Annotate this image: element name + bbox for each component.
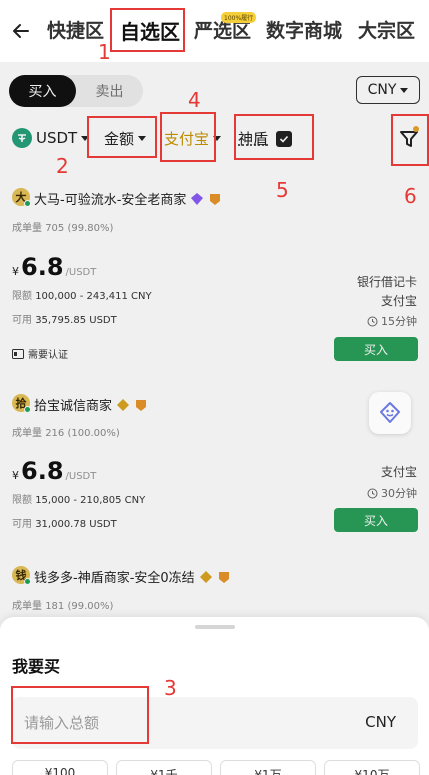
merchant-badge-icon — [136, 399, 147, 411]
order-stats: 成单量 181 (99.00%) — [12, 601, 114, 612]
annotation-box-5 — [234, 114, 314, 160]
annotation-box-3 — [11, 686, 149, 744]
sell-tab[interactable]: 卖出 — [76, 75, 143, 107]
id-card-icon — [12, 348, 24, 359]
usdt-icon — [12, 128, 32, 148]
quick-amount-button[interactable]: ¥1千 — [116, 760, 212, 775]
annotation-number: 3 — [164, 676, 177, 700]
merchant-name[interactable]: 拾宝诚信商家 — [34, 395, 148, 414]
tab-quick[interactable]: 快捷区 — [47, 16, 104, 43]
coin-label: USDT — [36, 129, 78, 147]
limit: 限额 15,000 - 210,805 CNY — [12, 495, 146, 506]
clock-icon — [367, 316, 378, 326]
sheet-handle[interactable] — [195, 625, 235, 629]
payment-time: 30分钟 — [367, 485, 417, 501]
top-nav: 快捷区 自选区 严选区 100%履行 数字商城 大宗区 — [0, 0, 429, 62]
merchant-name[interactable]: 大马-可验流水-安全老商家 — [34, 189, 222, 208]
annotation-box-4 — [160, 112, 216, 162]
currency-label: CNY — [367, 82, 397, 98]
diamond-badge-icon — [191, 192, 204, 205]
annotation-number: 4 — [188, 88, 201, 112]
annotation-box-6 — [391, 114, 429, 166]
online-dot — [24, 200, 31, 207]
limit: 限额 100,000 - 243,411 CNY — [12, 291, 152, 302]
gold-badge-icon — [199, 570, 212, 583]
quick-amount-button[interactable]: ¥100 — [12, 760, 108, 775]
back-arrow-icon[interactable] — [8, 18, 34, 44]
tab-digital-mall[interactable]: 数字商城 — [266, 16, 342, 43]
annotation-number: 2 — [56, 154, 69, 178]
assistant-button[interactable] — [369, 392, 411, 434]
merchant-name[interactable]: 钱多多-神盾商家-安全0冻结 — [34, 567, 231, 586]
sheet-title: 我要买 — [12, 657, 61, 676]
price: ¥ 6.8 /USDT — [12, 253, 97, 281]
assistant-icon — [380, 402, 400, 423]
coin-filter[interactable]: USDT — [12, 128, 90, 148]
payment-time: 15分钟 — [367, 313, 417, 329]
quick-amount-button[interactable]: ¥1万 — [220, 760, 316, 775]
payment-method: 支付宝 — [380, 294, 417, 308]
clock-icon — [367, 488, 378, 498]
merchant-badge-icon — [218, 571, 229, 583]
buy-button[interactable]: 买入 — [334, 337, 418, 361]
amount-currency: CNY — [365, 713, 396, 731]
buy-button[interactable]: 买入 — [334, 508, 418, 532]
online-dot — [24, 406, 31, 413]
annotation-box-1 — [110, 8, 185, 52]
available: 可用 35,795.85 USDT — [12, 315, 117, 326]
annotation-number: 1 — [98, 40, 111, 64]
payment-method: 银行借记卡 — [356, 275, 417, 289]
merchant-name-text: 拾宝诚信商家 — [34, 399, 113, 414]
merchant-badge-icon — [210, 193, 221, 205]
gold-badge-icon — [117, 398, 130, 411]
strict-badge: 100%履行 — [221, 12, 257, 23]
annotation-box-2 — [87, 116, 157, 158]
price: ¥ 6.8 /USDT — [12, 457, 97, 485]
order-stats: 成单量 216 (100.00%) — [12, 428, 120, 439]
buy-tab[interactable]: 买入 — [9, 75, 76, 107]
payment-method: 支付宝 — [380, 465, 417, 479]
chevron-down-icon — [400, 87, 409, 93]
currency-select[interactable]: CNY — [356, 76, 420, 104]
annotation-number: 6 — [404, 184, 417, 208]
order-stats: 成单量 705 (99.80%) — [12, 223, 114, 234]
annotation-number: 5 — [276, 178, 289, 202]
merchant-name-text: 大马-可验流水-安全老商家 — [34, 193, 187, 208]
merchant-name-text: 钱多多-神盾商家-安全0冻结 — [34, 571, 195, 586]
available: 可用 31,000.78 USDT — [12, 519, 117, 530]
online-dot — [24, 578, 31, 585]
tab-bulk[interactable]: 大宗区 — [358, 16, 415, 43]
buy-sell-toggle: 买入 卖出 — [9, 75, 143, 107]
verify-required: 需要认证 — [12, 346, 68, 361]
quick-amount-button[interactable]: ¥10万 — [324, 760, 420, 775]
